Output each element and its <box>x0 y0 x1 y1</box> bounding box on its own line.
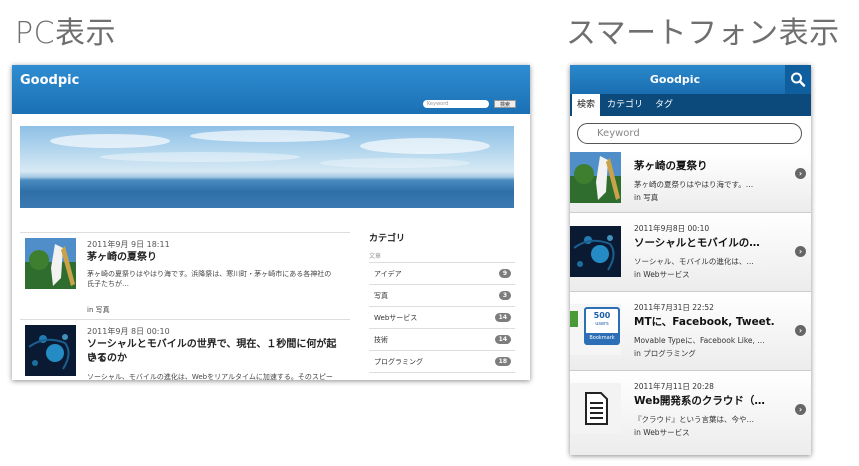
sidebar-item-label: 写真 <box>374 292 388 300</box>
search-icon[interactable] <box>785 65 811 94</box>
item-date: 2011年7月11日 20:28 <box>634 382 714 391</box>
chevron-right-icon: › <box>795 168 806 179</box>
item-excerpt: 茅ヶ崎の夏祭りはやはり海です。… <box>634 180 754 189</box>
bookmark-count: 500 <box>593 311 611 320</box>
article-title[interactable]: いるのか <box>87 352 345 366</box>
item-excerpt: ソーシャル、モバイルの進化は、… <box>634 257 754 266</box>
list-item[interactable]: 茅ヶ崎の夏祭り 茅ヶ崎の夏祭りはやはり海です。… in 写真 › <box>570 152 811 213</box>
pc-article[interactable]: 2011年9月 9日 18:11 茅ヶ崎の夏祭り 茅ヶ崎の夏祭りはやはり海です。… <box>20 232 350 319</box>
festival-thumbnail[interactable] <box>25 238 76 289</box>
item-date: 2011年9月8日 00:10 <box>634 224 710 233</box>
category-sidebar: カテゴリ 文章 アイデア 9 写真 3 Webサービス 14 技術 14 プログ… <box>369 231 515 373</box>
pc-article[interactable]: 2011年9月 8日 00:10 ソーシャルとモバイルの世界で、現在、１秒間に何… <box>20 319 350 380</box>
sidebar-item-programming[interactable]: プログラミング 18 <box>369 351 515 373</box>
sidebar-item-web-service[interactable]: Webサービス 14 <box>369 307 515 329</box>
sidebar-item-label: Webサービス <box>374 314 418 322</box>
article-category[interactable]: in 写真 <box>87 305 110 315</box>
search-input[interactable]: Keyword <box>577 123 802 144</box>
article-date: 2011年9月 9日 18:11 <box>87 240 170 249</box>
pc-search-button[interactable]: 検索 <box>494 100 516 108</box>
chevron-right-icon: › <box>795 246 806 257</box>
social-map-thumbnail <box>570 226 621 277</box>
item-date: 2011年7月31日 22:52 <box>634 303 714 312</box>
article-excerpt: 茅ヶ崎の夏祭りはやはり海です。浜降祭は、寒川町・茅ヶ崎市にある各神社の <box>87 270 332 278</box>
sidebar-item-label: プログラミング <box>374 358 423 366</box>
bookmark-label: Bookmark <box>586 333 618 343</box>
tab-search[interactable]: 検索 <box>572 94 601 116</box>
sidebar-item-photo[interactable]: 写真 3 <box>369 285 515 307</box>
green-badge-edge <box>570 311 578 327</box>
count-badge: 3 <box>498 291 511 300</box>
item-excerpt: Movable Typeに、Facebook Like, … <box>634 336 765 345</box>
item-category: in プログラミング <box>634 349 696 358</box>
pc-heading: PC表示 <box>15 16 117 51</box>
sp-tab-bar: 検索 カテゴリ タグ <box>570 94 811 116</box>
list-item[interactable]: 2011年9月8日 00:10 ソーシャルとモバイルの… ソーシャル、モバイルの… <box>570 213 811 292</box>
article-date: 2011年9月 8日 00:10 <box>87 327 170 336</box>
bookmark-thumbnail: 500 users Bookmark <box>570 304 621 355</box>
sp-logo[interactable]: Goodpic <box>570 73 780 86</box>
social-map-thumbnail[interactable] <box>25 325 76 376</box>
sidebar-title: カテゴリ <box>369 234 406 244</box>
pc-header: Goodpic Keyword 検索 <box>12 65 530 114</box>
pc-logo[interactable]: Goodpic <box>20 73 79 88</box>
smartphone-view-mockup: Goodpic 検索 カテゴリ タグ Keyword 茅ヶ崎の夏祭り 茅ヶ崎の夏… <box>570 65 811 455</box>
pc-view-mockup: Goodpic Keyword 検索 2011年9月 9日 18:11 茅ヶ崎の… <box>12 65 530 380</box>
count-badge: 14 <box>494 313 511 322</box>
tab-tag[interactable]: タグ <box>650 94 678 116</box>
article-title[interactable]: 茅ヶ崎の夏祭り <box>87 251 345 265</box>
sidebar-subtitle: 文章 <box>369 251 515 263</box>
festival-thumbnail <box>570 152 621 203</box>
sp-header: Goodpic <box>570 65 811 94</box>
chevron-right-icon: › <box>795 404 806 415</box>
list-item[interactable]: 500 users Bookmark 2011年7月31日 22:52 MTに、… <box>570 292 811 371</box>
bookmark-badge: 500 users Bookmark <box>584 307 620 345</box>
sidebar-item-idea[interactable]: アイデア 9 <box>369 263 515 285</box>
article-excerpt: 氏子たちが… <box>87 280 129 288</box>
sidebar-item-label: アイデア <box>374 270 402 278</box>
smartphone-heading: スマートフォン表示 <box>566 16 840 51</box>
article-excerpt: ソーシャル、モバイルの進化は、Webをリアルタイムに加速する。そのスピー <box>87 373 333 380</box>
sidebar-item-tech[interactable]: 技術 14 <box>369 329 515 351</box>
item-category: in Webサービス <box>634 270 690 279</box>
tab-category[interactable]: カテゴリ <box>602 94 648 116</box>
hero-image <box>20 126 514 208</box>
sp-search-bar: Keyword <box>570 116 811 154</box>
item-title: MTに、Facebook, Tweet… <box>634 316 774 328</box>
item-title: Web開発系のクラウド（… <box>634 395 765 407</box>
chevron-right-icon: › <box>795 325 806 336</box>
count-badge: 14 <box>494 335 511 344</box>
document-icon <box>570 383 621 434</box>
list-item[interactable]: 2011年7月11日 20:28 Web開発系のクラウド（… 『クラウド』という… <box>570 371 811 455</box>
sidebar-item-label: 技術 <box>374 336 388 344</box>
item-title: ソーシャルとモバイルの… <box>634 237 760 249</box>
item-category: in 写真 <box>634 193 659 202</box>
item-excerpt: 『クラウド』という言葉は、今や… <box>634 415 754 424</box>
item-title: 茅ヶ崎の夏祭り <box>634 160 708 172</box>
count-badge: 18 <box>494 357 511 366</box>
count-badge: 9 <box>498 269 511 278</box>
pc-search-input[interactable]: Keyword <box>423 100 489 108</box>
bookmark-users-label: users <box>595 321 609 327</box>
item-category: in Webサービス <box>634 428 690 437</box>
